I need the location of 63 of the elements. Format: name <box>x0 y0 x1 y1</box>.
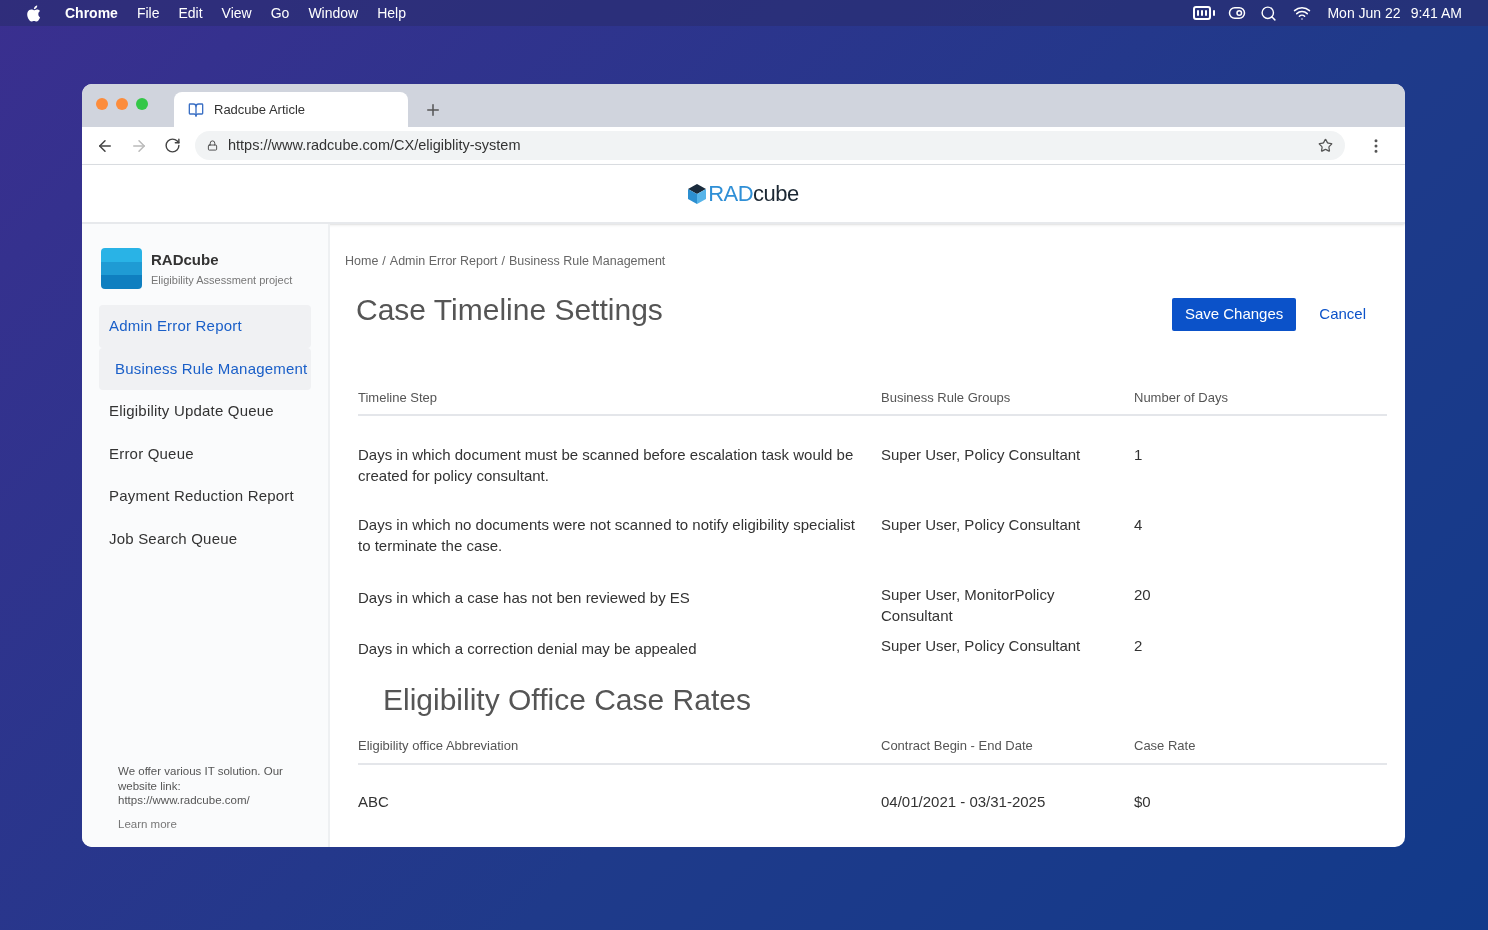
address-bar[interactable]: https://www.radcube.com/CX/eligiblity-system <box>195 131 1345 160</box>
table-cell-text: 20 <box>1134 585 1152 606</box>
table-cell-text: Super User, Policy Consultant <box>881 445 1082 466</box>
table-cell-text: Days in which document must be scanned before escalation task would be created for policy consultant. <box>358 445 855 487</box>
menu-bar-item[interactable]: File <box>136 2 160 24</box>
project-logo-icon <box>101 248 142 289</box>
column-header: Case Rate <box>1134 737 1197 756</box>
table-cell-text: 4 <box>1134 515 1144 536</box>
new-tab-button[interactable] <box>424 101 442 119</box>
reload-button[interactable] <box>164 137 181 154</box>
control-center-icon[interactable] <box>1228 4 1247 22</box>
menu-bar-item[interactable]: View <box>221 2 252 24</box>
column-header: Contract Begin - End Date <box>881 737 1034 756</box>
section-title: Eligibility Office Case Rates <box>382 682 752 719</box>
sidebar-item[interactable]: Job Search Queue <box>99 517 311 560</box>
sidebar-item[interactable]: Eligibility Update Queue <box>99 390 311 433</box>
cancel-button[interactable]: Cancel <box>1319 297 1366 331</box>
apple-logo-icon <box>26 4 41 22</box>
table-cell-text: Super User, MonitorPolicy Consultant <box>881 585 1056 627</box>
menu-bar-time: 9:41 AM <box>1410 3 1462 23</box>
sidebar-item[interactable]: Admin Error Report <box>99 305 311 348</box>
project-subtitle: Eligibility Assessment project <box>151 272 293 288</box>
table-cell-text: Days in which no documents were not scanned to notify eligibility specialist to terminate the case. <box>358 515 856 557</box>
book-icon <box>188 101 204 118</box>
table-cell-text: Days in which a correction denial may be appealed <box>358 639 698 660</box>
breadcrumb-separator: / <box>501 253 505 270</box>
menu-bar-date: Mon Jun 22 <box>1327 3 1401 23</box>
wifi-icon[interactable] <box>1293 4 1312 22</box>
search-icon[interactable] <box>1260 4 1278 22</box>
menu-bar-item[interactable]: Go <box>270 2 290 24</box>
sidebar-item[interactable]: Business Rule Management <box>99 347 311 390</box>
site-logo-text: RADcube <box>708 180 799 208</box>
table-cell-text: ABC <box>358 791 390 812</box>
table-cell-text: Super User, Policy Consultant <box>881 636 1082 657</box>
column-header: Eligibility office Abbreviation <box>358 737 520 756</box>
breadcrumb-link[interactable]: Business Rule Management <box>509 252 666 271</box>
browser-tab[interactable]: Radcube Article <box>174 92 408 127</box>
learn-more-link[interactable]: Learn more <box>118 816 292 831</box>
page-title: Case Timeline Settings <box>356 291 663 328</box>
table-cell-text: $0 <box>1134 791 1152 812</box>
lock-icon <box>207 140 218 151</box>
cube-logo-icon <box>688 183 707 204</box>
breadcrumb-link[interactable]: Admin Error Report <box>389 252 498 271</box>
sidebar-item[interactable]: Payment Reduction Report <box>99 475 311 518</box>
save-changes-button[interactable]: Save Changes <box>1171 297 1297 331</box>
menu-bar-app[interactable]: Chrome <box>65 2 118 24</box>
sidebar-item[interactable]: Error Queue <box>99 432 311 475</box>
bookmark-star-icon[interactable] <box>1318 138 1333 153</box>
table-cell-text: 1 <box>1134 445 1144 466</box>
column-header: Timeline Step <box>358 388 438 407</box>
table-cell-text: Super User, Policy Consultant <box>881 515 1082 536</box>
project-name: RADcube <box>151 250 220 270</box>
menu-bar-item[interactable]: Help <box>377 2 406 24</box>
table-cell-text: 2 <box>1134 636 1144 657</box>
sidebar-footer-text: We offer various IT solution. Our website link: https://www.radcube.com/ <box>118 764 284 808</box>
menu-bar-item[interactable]: Edit <box>178 2 203 24</box>
column-header: Business Rule Groups <box>881 388 1012 407</box>
column-header: Number of Days <box>1134 388 1229 407</box>
breadcrumb-separator: / <box>382 253 386 270</box>
breadcrumb-link[interactable]: Home <box>345 252 379 271</box>
table-cell-text: Days in which a case has not ben reviewed by ES <box>358 588 691 609</box>
menu-bar-item[interactable]: Window <box>308 2 359 24</box>
table-cell-text: 04/01/2021 - 03/31-2025 <box>881 791 1047 812</box>
